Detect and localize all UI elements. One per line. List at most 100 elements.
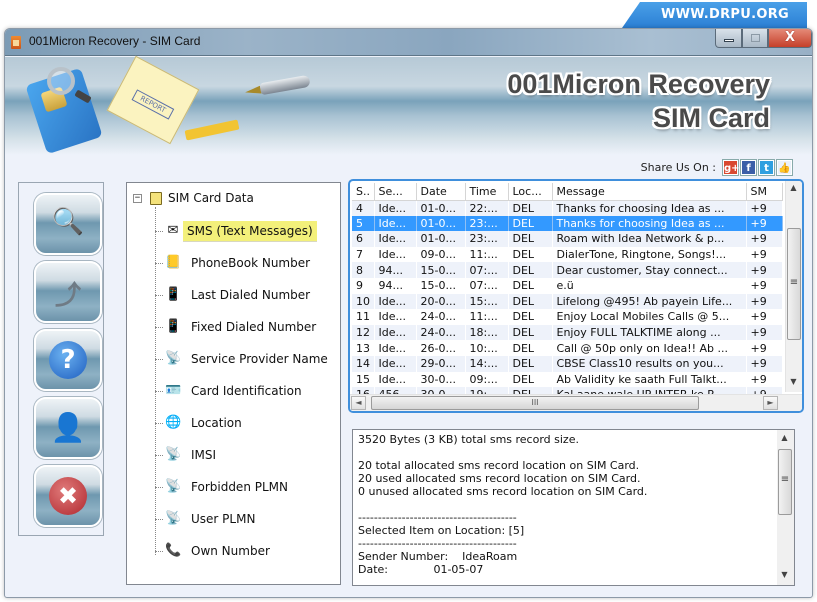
scroll-right-icon[interactable]: ► [763, 396, 778, 410]
scan-sim-button[interactable]: 🔍 [34, 193, 102, 255]
tree-root[interactable]: − SIM Card Data [133, 191, 254, 205]
table-row[interactable]: 4 Ide... 01-0... 22:... DEL Thanks for choosi… [352, 200, 782, 216]
globe-icon: 🌐 [165, 415, 182, 430]
scroll-down-icon[interactable]: ▼ [786, 377, 801, 386]
antenna-icon: 📡 [165, 351, 182, 366]
column-header[interactable]: Se... [374, 183, 417, 201]
column-header[interactable]: S.. [352, 183, 375, 201]
vertical-scrollbar[interactable]: ▲ ≡ ▼ [785, 181, 802, 392]
maximize-icon [751, 34, 760, 42]
facebook-icon[interactable]: f [741, 160, 756, 175]
table-cell: +9 [750, 341, 767, 355]
help-button[interactable]: ? [34, 329, 102, 391]
scroll-thumb[interactable]: ≡ [787, 228, 801, 340]
table-row[interactable]: 15 Ide... 30-0... 09:... DEL Ab Validity ke s… [352, 372, 782, 388]
tree-item[interactable]: 📱 Fixed Dialed Number [155, 315, 320, 339]
table-cell: 5 [352, 215, 375, 232]
exit-button[interactable]: ✖ [34, 465, 102, 527]
table-cell: 4 [352, 200, 374, 216]
details-textbox[interactable]: 3520 Bytes (3 KB) total sms record size.… [352, 429, 795, 586]
table-row[interactable]: 14 Ide... 29-0... 14:... DEL CBSE Class10 res… [352, 355, 782, 372]
horizontal-scroll-thumb[interactable]: III [371, 396, 699, 410]
table-row[interactable]: 12 Ide... 24-0... 18:... DEL Enjoy FULL TALKT… [352, 324, 782, 341]
column-header[interactable]: Date [416, 183, 466, 201]
column-header[interactable]: Message [552, 183, 747, 201]
table-cell: Dear customer, Stay connect... [552, 262, 746, 278]
close-button[interactable]: X [768, 29, 812, 48]
tree-item[interactable]: 📡 IMSI [155, 443, 220, 467]
twitter-icon[interactable]: t [759, 160, 774, 175]
minimize-button[interactable] [715, 29, 742, 48]
table-cell: Enjoy Local Mobiles Calls @ 5... [556, 310, 730, 324]
table-cell: 13 [356, 341, 370, 355]
table-cell: 29-0... [416, 355, 465, 372]
table-cell: 11:... [469, 310, 498, 324]
table-row[interactable]: 11 Ide... 24-0... 11:... DEL Enjoy Local Mobi… [352, 309, 782, 325]
google-plus-icon[interactable]: g+ [723, 160, 740, 175]
table-cell: Ide... [378, 310, 406, 324]
title-bar[interactable]: 001Micron Recovery - SIM Card X [5, 29, 812, 56]
table-cell: +9 [746, 215, 783, 232]
tree-item[interactable]: 📡 User PLMN [155, 507, 259, 531]
scroll-up-icon[interactable]: ▲ [786, 183, 801, 192]
tree-connector-line [155, 390, 163, 392]
tree-item[interactable]: 📞 Own Number [155, 539, 274, 563]
details-scrollbar[interactable]: ▲ ≡ ▼ [777, 430, 794, 585]
collapse-icon[interactable]: − [133, 193, 142, 203]
details-scroll-down-icon[interactable]: ▼ [777, 570, 792, 579]
maximize-button[interactable] [742, 29, 768, 48]
tree-connector-line [155, 262, 163, 264]
tree-item[interactable]: ✉ SMS (Text Messages) [155, 219, 317, 243]
table-cell: 94... [378, 279, 404, 293]
tree-item-label: User PLMN [191, 512, 256, 526]
close-icon: X [784, 30, 796, 45]
minimize-icon [724, 39, 734, 42]
table-row[interactable]: 7 Ide... 09-0... 11:... DEL DialerTone, Ringt… [352, 247, 782, 263]
column-header[interactable]: SM [746, 183, 783, 201]
table-row[interactable]: 8 94... 15-0... 07:... DEL Dear customer, Sta… [352, 262, 782, 278]
product-title-line2: SIM Card [652, 103, 770, 133]
table-cell: 23:... [465, 231, 508, 247]
tree-item-label: Card Identification [191, 384, 302, 398]
table-cell: DEL [512, 310, 535, 324]
tree-item-label: Forbidden PLMN [191, 480, 288, 494]
table-cell: 07:... [469, 279, 498, 293]
toolbar-panel: 🔍 ⤴ ? 👤 ✖ [18, 182, 104, 536]
horizontal-scrollbar[interactable]: ◄ III ► [350, 394, 802, 411]
scroll-left-icon[interactable]: ◄ [351, 396, 366, 410]
last-dialed-icon: 📱 [165, 287, 182, 302]
tree-item-label: Own Number [191, 544, 270, 558]
tree-item[interactable]: 🪪 Card Identification [155, 379, 306, 403]
tree-item[interactable]: 📒 PhoneBook Number [155, 251, 314, 275]
save-button[interactable]: ⤴ [34, 261, 102, 323]
table-row[interactable]: 10 Ide... 20-0... 15:... DEL Lifelong @495! A… [352, 293, 782, 310]
table-cell: Enjoy FULL TALKTIME along ... [552, 324, 746, 341]
details-scroll-up-icon[interactable]: ▲ [777, 433, 792, 442]
table-row[interactable]: 13 Ide... 26-0... 10:... DEL Call @ 50p only … [352, 340, 782, 356]
table-cell: Ide... [378, 248, 406, 262]
details-scroll-thumb[interactable]: ≡ [778, 449, 792, 515]
tree-item[interactable]: 📱 Last Dialed Number [155, 283, 314, 307]
table-cell: +9 [750, 372, 767, 386]
phonebook-icon: 📒 [165, 255, 182, 270]
table-row[interactable]: 9 94... 15-0... 07:... DEL e.ü +9 [352, 278, 782, 294]
table-row[interactable]: 5 Ide... 01-0... 23:... DEL Thanks for choosi… [352, 215, 783, 232]
column-header[interactable]: Loc... [508, 183, 553, 201]
tree-item[interactable]: 🌐 Location [155, 411, 246, 435]
table-cell: 30-0... [420, 372, 456, 386]
about-button[interactable]: 👤 [34, 397, 102, 459]
tree-item[interactable]: 📡 Forbidden PLMN [155, 475, 292, 499]
tree-item-label: PhoneBook Number [191, 256, 311, 270]
tree-connector-line [155, 294, 163, 296]
table-row[interactable]: 6 Ide... 01-0... 23:... DEL Roam with Idea Ne… [352, 231, 782, 247]
table-cell: DEL [512, 341, 535, 355]
like-icon[interactable]: 👍 [777, 160, 792, 175]
tree-item[interactable]: 📡 Service Provider Name [155, 347, 332, 371]
table-cell: DEL [508, 355, 552, 372]
table-cell: 20-0... [416, 293, 465, 310]
table-cell: Thanks for choosing Idea as ... [552, 200, 746, 216]
tree-item-label: Fixed Dialed Number [191, 320, 317, 334]
table-cell: 18:... [465, 324, 508, 341]
share-bar: Share Us On : g+ f t 👍 [641, 160, 792, 175]
column-header[interactable]: Time [465, 183, 509, 201]
